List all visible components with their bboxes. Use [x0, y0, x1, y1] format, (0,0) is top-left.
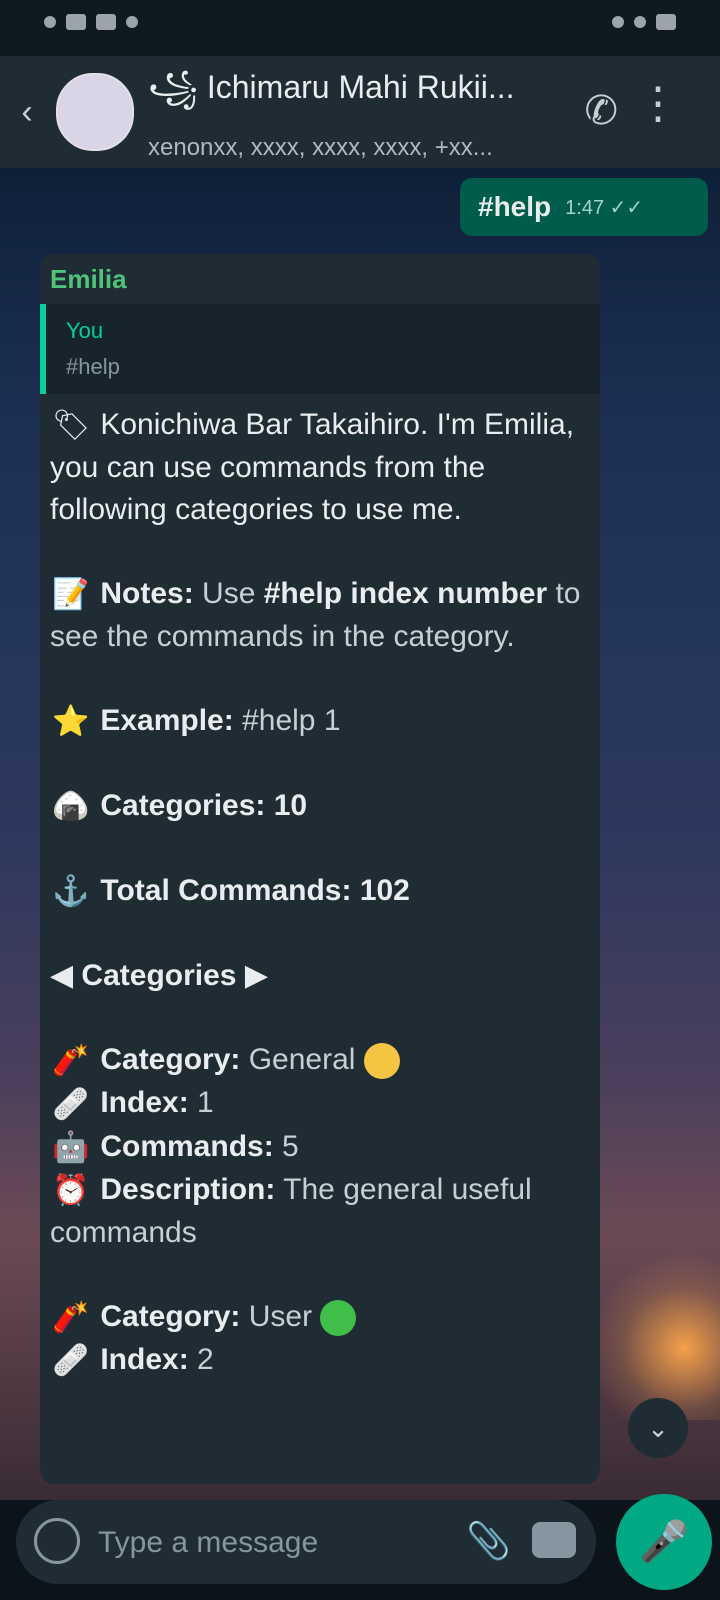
category-value: User [248, 1299, 313, 1333]
signal-icon [612, 16, 624, 28]
search-status-icon [44, 16, 56, 28]
category-line: 🧨 Category: General [50, 1039, 590, 1082]
category-block: 🧨 Category: User 🩹 Index: 2 [50, 1296, 590, 1382]
category-value: General [248, 1043, 356, 1077]
total-count: 102 [359, 874, 410, 908]
incoming-message[interactable]: Emilia You #help 🏷 Konichiwa Bar Takaihi… [40, 254, 600, 1484]
index-line: 🩹 Index: 1 [50, 1082, 590, 1125]
total-commands-line: ⚓ Total Commands: 102 [50, 870, 590, 913]
description-line: ⏰ Description: The general useful comman… [50, 1169, 590, 1254]
mic-button[interactable]: 🎤 [616, 1494, 712, 1590]
description-label: Description: [100, 1172, 276, 1206]
category-block: 🧨 Category: General 🩹 Index: 1 🤖 Command… [50, 1039, 590, 1253]
commands-label: Commands: [100, 1129, 274, 1163]
bandage-icon: 🩹 [52, 1087, 90, 1121]
quote-author: You [66, 318, 104, 343]
status-icon [126, 16, 138, 28]
scroll-down-button[interactable]: ⌄ [628, 1398, 688, 1458]
outgoing-message[interactable]: #help 1:47 ✓✓ [460, 178, 708, 236]
category-label: Category: [100, 1043, 241, 1077]
index-value: 1 [197, 1086, 214, 1120]
category-line: 🧨 Category: User [50, 1296, 590, 1339]
outgoing-time: 1:47 ✓✓ [565, 196, 644, 219]
quoted-reply[interactable]: You #help [40, 304, 600, 394]
firecracker-icon: 🧨 [52, 1044, 90, 1078]
clock-icon: ⏰ [52, 1173, 90, 1207]
anchor-icon: ⚓ [52, 875, 90, 909]
wallpaper-light [600, 1240, 720, 1420]
chat-header: ‹ ꧁ Ichimaru Mahi Rukii... xenonxx, xxxx… [0, 56, 720, 168]
status-left [44, 14, 138, 30]
index-label: Index: [100, 1086, 189, 1120]
star-icon: ⭐ [52, 705, 90, 739]
index-value: 2 [197, 1342, 214, 1376]
notes-text-a: Use [202, 577, 256, 611]
status-bar [0, 0, 720, 56]
intro-paragraph: 🏷 Konichiwa Bar Takaihiro. I'm Emilia, y… [50, 404, 590, 531]
commands-value: 5 [282, 1129, 299, 1163]
sender-name: Emilia [50, 264, 127, 294]
camera-icon[interactable] [532, 1522, 576, 1558]
notes-command: #help index number [263, 577, 548, 611]
outgoing-text: #help [478, 191, 552, 222]
total-label: Total Commands: [100, 874, 352, 908]
group-avatar[interactable] [56, 73, 134, 151]
example-label: Example: [100, 704, 234, 738]
categories-count: 10 [273, 789, 308, 823]
rice-ball-icon: 🍙 [52, 790, 90, 824]
attach-icon[interactable]: 📎 [466, 1520, 511, 1562]
right-arrow-icon: ▶ [244, 959, 268, 993]
chat-title: ꧁ Ichimaru Mahi Rukii... [148, 68, 515, 105]
firecracker-icon: 🧨 [52, 1300, 90, 1334]
more-vertical-icon[interactable]: ⋮ [636, 82, 680, 126]
index-line: 🩹 Index: 2 [50, 1339, 590, 1382]
categories-count-line: 🍙 Categories: 10 [50, 785, 590, 828]
left-arrow-icon: ◀ [50, 959, 74, 993]
notes-paragraph: 📝 Notes: Use #help index number to see t… [50, 573, 590, 658]
intro-text: Konichiwa Bar Takaihiro. I'm Emilia, you… [50, 408, 575, 527]
message-composer: 📎 [16, 1500, 596, 1584]
categories-heading: ◀ Categories ▶ [50, 955, 590, 997]
robot-icon: 🤖 [52, 1130, 90, 1164]
note-icon: 📝 [52, 578, 90, 612]
green-emoji-icon [320, 1299, 357, 1336]
smile-emoji-icon [363, 1043, 400, 1080]
commands-line: 🤖 Commands: 5 [50, 1126, 590, 1169]
phone-icon[interactable]: ✆ [584, 88, 618, 134]
wifi-icon [634, 16, 646, 28]
status-icon [96, 14, 116, 30]
quote-text: #help [66, 354, 120, 379]
status-icon [66, 14, 86, 30]
message-input[interactable] [96, 1518, 440, 1568]
battery-icon [656, 14, 676, 30]
notes-label: Notes: [100, 577, 194, 611]
category-label: Category: [100, 1299, 241, 1333]
status-right [612, 14, 676, 30]
bandage-icon: 🩹 [52, 1343, 90, 1377]
index-label: Index: [100, 1342, 189, 1376]
back-arrow-icon[interactable]: ‹ [0, 93, 54, 132]
chat-info[interactable]: ꧁ Ichimaru Mahi Rukii... xenonxx, xxxx, … [148, 63, 528, 162]
categories-heading-text: Categories [81, 959, 237, 993]
categories-label: Categories: [100, 789, 266, 823]
example-value: #help 1 [242, 704, 341, 738]
message-body: 🏷 Konichiwa Bar Takaihiro. I'm Emilia, y… [50, 404, 590, 1424]
chat-subtitle: xenonxx, xxxx, xxxx, xxxx, +xx... [148, 133, 493, 161]
example-line: ⭐ Example: #help 1 [50, 700, 590, 743]
label-tag-icon: 🏷 [51, 409, 91, 443]
emoji-icon[interactable] [34, 1518, 80, 1564]
